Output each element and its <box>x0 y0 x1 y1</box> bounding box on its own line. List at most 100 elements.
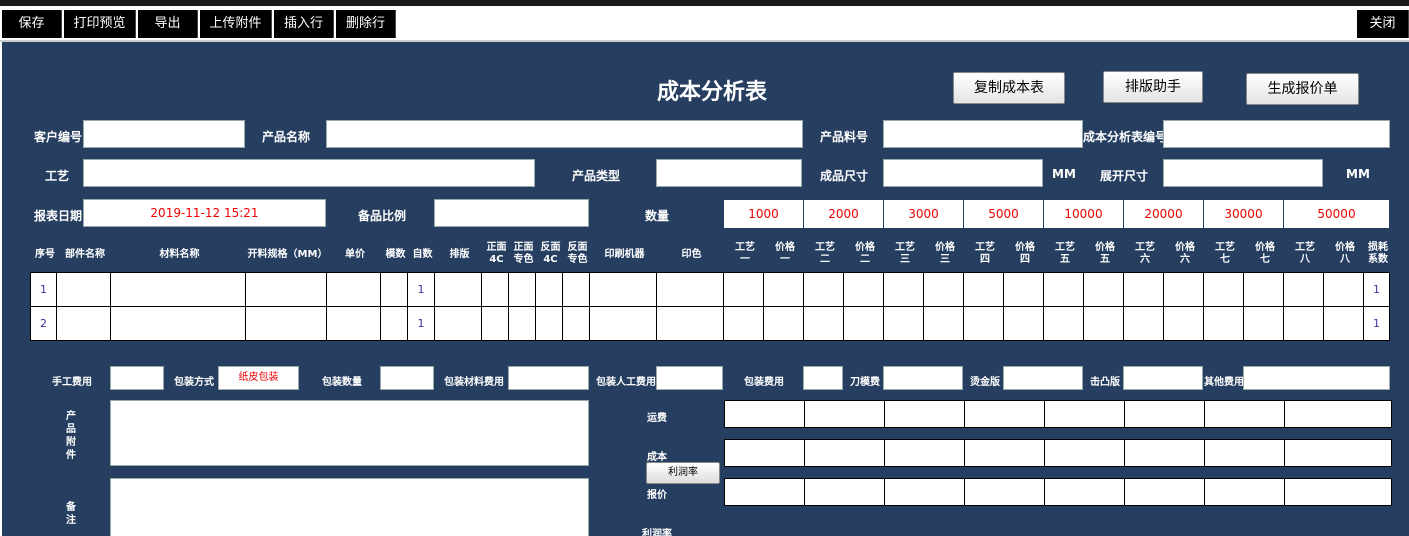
print-preview-button[interactable]: 打印预览 <box>64 10 136 38</box>
row1-craft8[interactable] <box>1283 272 1324 307</box>
row2-craft8[interactable] <box>1283 306 1324 341</box>
freight-cell[interactable] <box>1045 401 1125 427</box>
row2-cut-spec[interactable] <box>245 306 327 341</box>
attachment-textarea[interactable] <box>110 400 589 466</box>
finished-size-input[interactable] <box>883 159 1043 187</box>
row2-print-color[interactable] <box>656 306 724 341</box>
row2-loss[interactable]: 1 <box>1363 306 1390 341</box>
row2-press[interactable] <box>589 306 657 341</box>
row2-price7[interactable] <box>1243 306 1284 341</box>
packing-method-select[interactable]: 纸皮包装 <box>218 366 299 390</box>
product-name-input[interactable] <box>326 120 803 148</box>
row1-price8[interactable] <box>1323 272 1364 307</box>
row2-craft7[interactable] <box>1203 306 1244 341</box>
product-part-no-input[interactable] <box>883 120 1083 148</box>
quantity-1[interactable]: 1000 <box>724 200 804 228</box>
cost-cell[interactable] <box>1125 440 1205 466</box>
quote-cell[interactable] <box>1045 479 1125 505</box>
unfold-size-input[interactable] <box>1163 159 1323 187</box>
quote-cell[interactable] <box>885 479 965 505</box>
row2-craft4[interactable] <box>963 306 1004 341</box>
row2-price6[interactable] <box>1163 306 1204 341</box>
row2-craft5[interactable] <box>1043 306 1084 341</box>
row2-layout[interactable] <box>434 306 482 341</box>
cost-cell[interactable] <box>965 440 1045 466</box>
freight-cell[interactable] <box>1125 401 1205 427</box>
row1-part-name[interactable] <box>56 272 111 307</box>
cost-cell[interactable] <box>725 440 805 466</box>
packing-qty-input[interactable] <box>380 366 434 390</box>
remark-textarea[interactable] <box>110 478 589 536</box>
quantity-7[interactable]: 30000 <box>1204 200 1284 228</box>
row1-loss[interactable]: 1 <box>1363 272 1390 307</box>
quote-cell[interactable] <box>1205 479 1285 505</box>
upload-attachment-button[interactable]: 上传附件 <box>200 10 272 38</box>
freight-cell[interactable] <box>965 401 1045 427</box>
row1-back-4c[interactable] <box>535 272 563 307</box>
process-input[interactable] <box>83 159 535 187</box>
row2-part-name[interactable] <box>56 306 111 341</box>
quantity-8[interactable]: 50000 <box>1284 200 1390 228</box>
row1-back-spot[interactable] <box>562 272 590 307</box>
generate-quote-button[interactable]: 生成报价单 <box>1246 73 1359 105</box>
export-button[interactable]: 导出 <box>138 10 198 38</box>
packing-fee-input[interactable] <box>803 366 843 390</box>
row2-price5[interactable] <box>1083 306 1124 341</box>
save-button[interactable]: 保存 <box>2 10 62 38</box>
row1-craft3[interactable] <box>883 272 924 307</box>
cost-cell[interactable] <box>1205 440 1285 466</box>
cost-cell[interactable] <box>1285 440 1391 466</box>
hot-stamp-plate-input[interactable] <box>1003 366 1083 390</box>
row1-price5[interactable] <box>1083 272 1124 307</box>
packing-labor-fee-input[interactable] <box>656 366 723 390</box>
freight-cell[interactable] <box>805 401 885 427</box>
row1-craft5[interactable] <box>1043 272 1084 307</box>
quote-cell[interactable] <box>1285 479 1391 505</box>
cost-cell[interactable] <box>1045 440 1125 466</box>
row1-layout[interactable] <box>434 272 482 307</box>
row2-front-4c[interactable] <box>481 306 509 341</box>
freight-cell[interactable] <box>725 401 805 427</box>
row1-price2[interactable] <box>843 272 884 307</box>
row1-price7[interactable] <box>1243 272 1284 307</box>
emboss-plate-input[interactable] <box>1123 366 1203 390</box>
quantity-5[interactable]: 10000 <box>1044 200 1124 228</box>
row2-price1[interactable] <box>763 306 804 341</box>
row1-price1[interactable] <box>763 272 804 307</box>
spare-ratio-input[interactable] <box>434 199 589 227</box>
row1-craft1[interactable] <box>723 272 764 307</box>
row1-material-name[interactable] <box>110 272 246 307</box>
row1-craft4[interactable] <box>963 272 1004 307</box>
quote-row[interactable] <box>724 478 1392 506</box>
quantity-6[interactable]: 20000 <box>1124 200 1204 228</box>
row1-front-spot[interactable] <box>508 272 536 307</box>
row2-price4[interactable] <box>1003 306 1044 341</box>
row2-back-4c[interactable] <box>535 306 563 341</box>
row1-front-4c[interactable] <box>481 272 509 307</box>
packing-material-fee-input[interactable] <box>508 366 589 390</box>
row1-print-color[interactable] <box>656 272 724 307</box>
row2-price3[interactable] <box>923 306 964 341</box>
cost-sheet-no-input[interactable] <box>1163 120 1390 148</box>
row2-front-spot[interactable] <box>508 306 536 341</box>
profit-rate-button[interactable]: 利润率 <box>646 462 720 484</box>
row1-mold-count[interactable] <box>380 272 408 307</box>
other-fee-input[interactable] <box>1243 366 1390 390</box>
freight-cell[interactable] <box>1205 401 1285 427</box>
copy-cost-button[interactable]: 复制成本表 <box>953 72 1065 104</box>
row1-unit-price[interactable] <box>326 272 381 307</box>
row1-craft7[interactable] <box>1203 272 1244 307</box>
row1-craft2[interactable] <box>803 272 844 307</box>
freight-cell[interactable] <box>885 401 965 427</box>
report-date-input[interactable]: 2019-11-12 15:21 <box>83 199 326 227</box>
quantity-3[interactable]: 3000 <box>884 200 964 228</box>
quantity-2[interactable]: 2000 <box>804 200 884 228</box>
row1-price4[interactable] <box>1003 272 1044 307</box>
row2-page-count[interactable]: 1 <box>407 306 435 341</box>
quantity-4[interactable]: 5000 <box>964 200 1044 228</box>
cost-cell[interactable] <box>805 440 885 466</box>
cost-row[interactable] <box>724 439 1392 467</box>
product-type-input[interactable] <box>656 159 802 187</box>
row2-craft2[interactable] <box>803 306 844 341</box>
close-button[interactable]: 关闭 <box>1357 10 1409 38</box>
